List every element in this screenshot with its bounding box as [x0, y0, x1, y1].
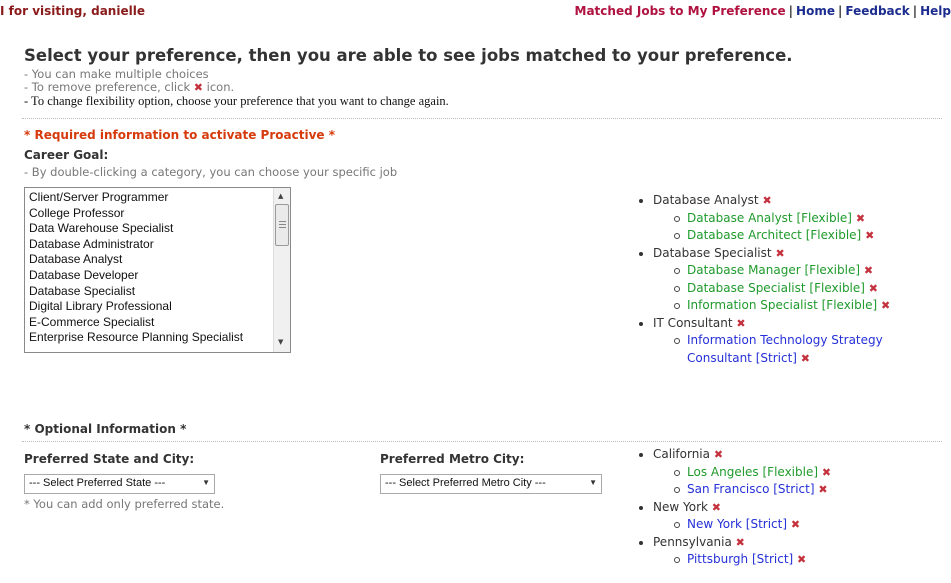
selected-item-label[interactable]: Information Technology Strategy Consulta… [687, 333, 883, 365]
scroll-thumb[interactable] [275, 204, 289, 246]
career-option[interactable]: Digital Library Professional [29, 299, 272, 315]
remove-x-icon[interactable]: ✖ [856, 212, 865, 225]
remove-x-icon[interactable]: ✖ [775, 247, 784, 260]
page-headline: Select your preference, then you are abl… [24, 46, 793, 65]
selected-category: Pennsylvania ✖ Pittsburgh [Strict] ✖ [633, 534, 943, 569]
selected-item: Pittsburgh [Strict] ✖ [653, 551, 943, 569]
optional-heading: * Optional Information * [24, 422, 187, 436]
selected-item-label[interactable]: San Francisco [Strict] [687, 482, 815, 496]
state-city-label: Preferred State and City: [24, 452, 195, 466]
selected-item-label[interactable]: Database Architect [Flexible] [687, 228, 861, 242]
remove-x-icon[interactable]: ✖ [736, 536, 745, 549]
category-label: Database Analyst [653, 193, 759, 207]
remove-x-icon[interactable]: ✖ [791, 518, 800, 531]
selected-item-label[interactable]: Pittsburgh [Strict] [687, 552, 793, 566]
state-hint: * You can add only preferred state. [24, 497, 225, 511]
selected-item-label[interactable]: Database Specialist [Flexible] [687, 281, 865, 295]
note-remove-preference: - To remove preference, click ✖ icon. [24, 80, 235, 94]
remove-x-icon[interactable]: ✖ [869, 282, 878, 295]
divider [22, 441, 942, 442]
career-option[interactable]: Database Administrator [29, 237, 272, 253]
career-option[interactable]: College Professor [29, 206, 272, 222]
career-goal-hint: - By double-clicking a category, you can… [24, 165, 398, 179]
selected-category: Database Analyst ✖ Database Analyst [Flex… [633, 192, 943, 245]
category-label: California [653, 447, 710, 461]
selected-locations-list: California ✖ Los Angeles [Flexible] ✖ San … [633, 446, 943, 569]
remove-x-icon[interactable]: ✖ [801, 352, 810, 365]
selected-item-label[interactable]: New York [Strict] [687, 517, 787, 531]
remove-x-icon[interactable]: ✖ [714, 448, 723, 461]
selected-item: Los Angeles [Flexible] ✖ [653, 464, 943, 482]
scroll-up-icon[interactable]: ▲ [278, 192, 283, 200]
selected-jobs-list: Database Analyst ✖ Database Analyst [Flex… [633, 192, 943, 367]
scroll-down-icon[interactable]: ▼ [278, 338, 283, 346]
remove-x-icon[interactable]: ✖ [881, 299, 890, 312]
selected-item: New York [Strict] ✖ [653, 516, 943, 534]
career-option[interactable]: Enterprise Resource Planning Specialist [29, 330, 272, 346]
divider [22, 118, 942, 119]
remove-x-icon[interactable]: ✖ [797, 553, 806, 566]
remove-x-icon[interactable]: ✖ [865, 229, 874, 242]
selected-item: Information Technology Strategy Consulta… [653, 332, 943, 367]
metro-city-select[interactable]: --- Select Preferred Metro City --- ▼ [380, 474, 602, 494]
category-label: New York [653, 499, 708, 514]
remove-x-icon: ✖ [193, 81, 203, 94]
top-nav: Matched Jobs to My Preference | Home | Feedb… [574, 4, 951, 18]
remove-x-icon[interactable]: ✖ [712, 501, 721, 514]
metro-city-label: Preferred Metro City: [380, 452, 525, 466]
career-option[interactable]: Database Developer [29, 268, 272, 284]
remove-x-icon[interactable]: ✖ [818, 483, 827, 496]
nav-home-link[interactable]: Home [796, 4, 835, 18]
selected-category: IT Consultant ✖ Information Technology St… [633, 315, 943, 368]
selected-item: Database Analyst [Flexible] ✖ [653, 210, 943, 228]
career-option[interactable]: Database Specialist [29, 284, 272, 300]
career-option[interactable]: E-Commerce Specialist [29, 315, 272, 331]
selected-category: Database Specialist ✖ Database Manager [F… [633, 245, 943, 315]
greeting-text: I for visiting, danielle [0, 4, 145, 18]
selected-item: San Francisco [Strict] ✖ [653, 481, 943, 499]
note-flexibility: - To change flexibility option, choose y… [24, 94, 449, 108]
selected-item-label[interactable]: Database Manager [Flexible] [687, 263, 860, 277]
career-goal-label: Career Goal: [24, 148, 109, 162]
selected-category: California ✖ Los Angeles [Flexible] ✖ San … [633, 446, 943, 499]
selected-item: Database Specialist [Flexible] ✖ [653, 280, 943, 298]
nav-help-link[interactable]: Help [920, 4, 951, 18]
nav-feedback-link[interactable]: Feedback [845, 4, 909, 18]
selected-category: New York ✖ New York [Strict] ✖ [633, 499, 943, 534]
chevron-down-icon: ▼ [589, 478, 597, 487]
category-label: Database Specialist [653, 245, 772, 260]
selected-item-label[interactable]: Los Angeles [Flexible] [687, 465, 818, 479]
note-multiple-choices: - You can make multiple choices [24, 67, 209, 81]
remove-x-icon[interactable]: ✖ [822, 466, 831, 479]
remove-x-icon[interactable]: ✖ [736, 317, 745, 330]
chevron-down-icon: ▼ [202, 478, 210, 487]
remove-x-icon[interactable]: ✖ [762, 194, 771, 207]
remove-x-icon[interactable]: ✖ [864, 264, 873, 277]
selected-item-label[interactable]: Information Specialist [Flexible] [687, 298, 877, 312]
selected-item-label[interactable]: Database Analyst [Flexible] [687, 211, 852, 225]
nav-matched-jobs-link[interactable]: Matched Jobs to My Preference [575, 4, 786, 18]
listbox-scrollbar[interactable]: ▲ ▼ [273, 188, 290, 352]
career-option[interactable]: Client/Server Programmer [29, 190, 272, 206]
career-option[interactable]: Data Warehouse Specialist [29, 221, 272, 237]
top-bar: I for visiting, danielle Matched Jobs to… [0, 0, 951, 20]
career-goal-listbox[interactable]: Client/Server Programmer College Professo… [24, 187, 291, 353]
selected-item: Information Specialist [Flexible] ✖ [653, 297, 943, 315]
career-option[interactable]: Database Analyst [29, 252, 272, 268]
category-label: IT Consultant [653, 315, 733, 330]
selected-item: Database Architect [Flexible] ✖ [653, 227, 943, 245]
required-heading: * Required information to activate Proac… [24, 128, 335, 142]
career-options: Client/Server Programmer College Professo… [29, 190, 272, 346]
category-label: Pennsylvania [653, 534, 732, 549]
selected-item: Database Manager [Flexible] ✖ [653, 262, 943, 280]
state-select[interactable]: --- Select Preferred State --- ▼ [24, 474, 215, 494]
